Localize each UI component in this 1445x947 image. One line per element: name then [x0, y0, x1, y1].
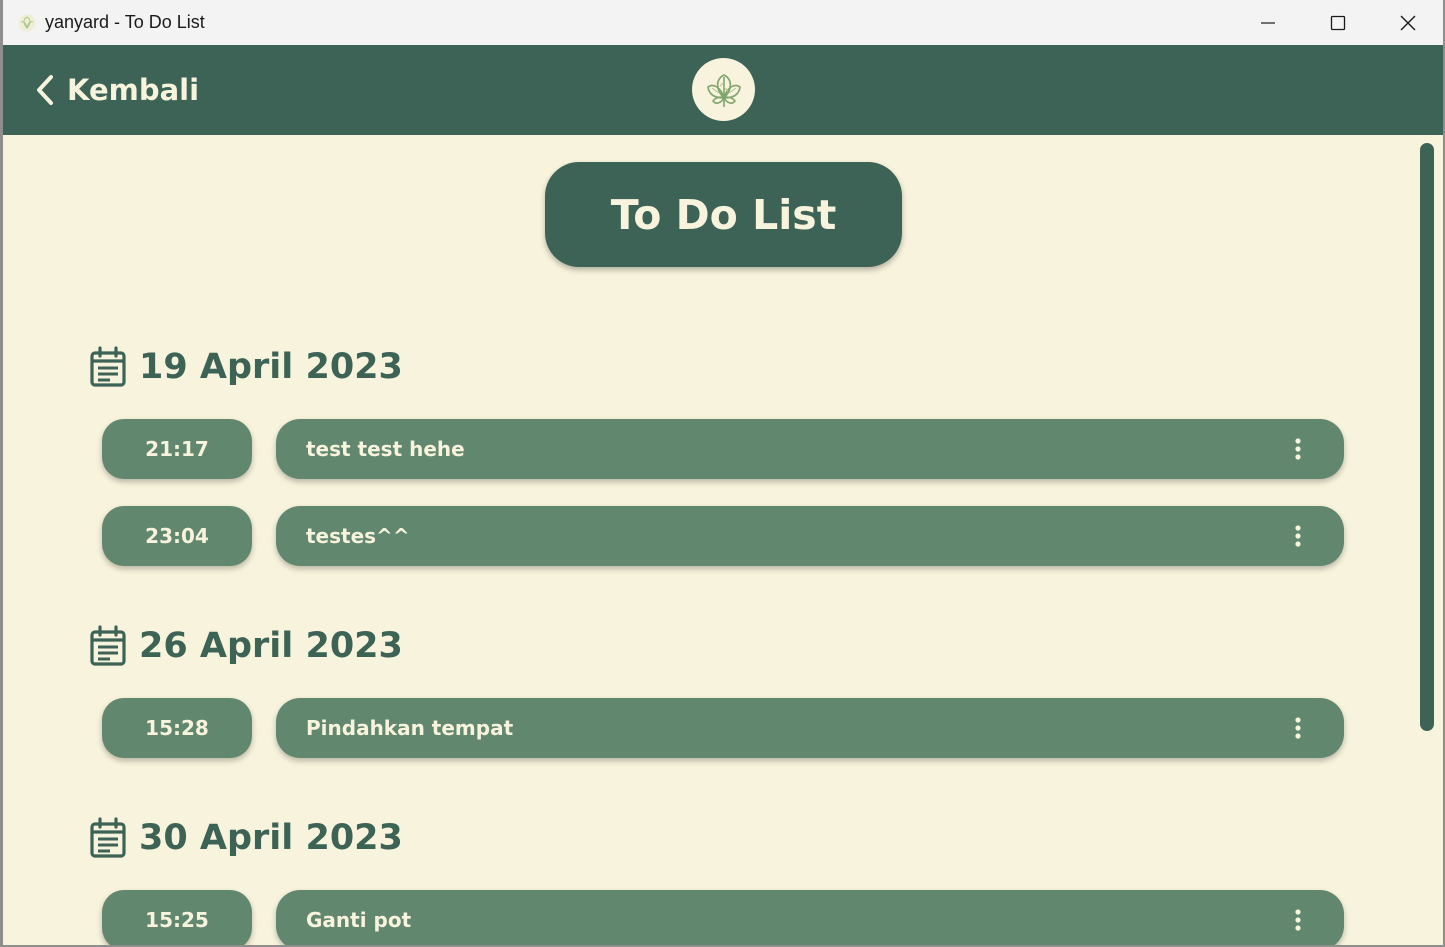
task-time: 21:17	[102, 419, 252, 479]
date-heading: 19 April 2023	[89, 345, 403, 389]
maximize-button[interactable]	[1303, 0, 1373, 45]
task-item[interactable]: test test hehe	[276, 419, 1344, 479]
task-text: Pindahkan tempat	[306, 716, 514, 740]
chevron-left-icon	[37, 75, 53, 105]
date-label: 30 April 2023	[139, 818, 403, 858]
date-heading: 30 April 2023	[89, 816, 403, 860]
task-time: 15:28	[102, 698, 252, 758]
task-time: 23:04	[102, 506, 252, 566]
task-item[interactable]: Ganti pot	[276, 890, 1344, 945]
calendar-icon	[89, 625, 127, 667]
title-bar[interactable]: yanyard - To Do List	[3, 0, 1443, 45]
more-options-button[interactable]	[1278, 516, 1318, 556]
leaf-logo-icon	[692, 58, 755, 121]
date-heading: 26 April 2023	[89, 624, 403, 668]
vertical-scrollbar[interactable]	[1420, 143, 1434, 731]
app-window: yanyard - To Do List Kembali To Do List …	[0, 0, 1445, 947]
app-header: Kembali	[3, 45, 1443, 135]
task-text: testes^^	[306, 524, 410, 548]
minimize-icon	[1261, 21, 1275, 24]
task-text: Ganti pot	[306, 908, 412, 932]
close-icon	[1400, 15, 1416, 30]
back-label: Kembali	[67, 73, 200, 107]
calendar-icon	[89, 346, 127, 388]
more-vertical-icon	[1295, 438, 1301, 460]
close-button[interactable]	[1373, 0, 1443, 45]
page-title: To Do List	[610, 190, 837, 239]
more-vertical-icon	[1295, 717, 1301, 739]
date-label: 19 April 2023	[139, 347, 403, 387]
page-title-banner: To Do List	[545, 162, 902, 267]
minimize-button[interactable]	[1233, 0, 1303, 45]
more-vertical-icon	[1295, 909, 1301, 931]
window-title: yanyard - To Do List	[45, 12, 205, 32]
task-text: test test hehe	[306, 437, 465, 461]
app-leaf-icon	[17, 13, 37, 33]
more-options-button[interactable]	[1278, 708, 1318, 748]
date-label: 26 April 2023	[139, 626, 403, 666]
task-time: 15:25	[102, 890, 252, 945]
more-options-button[interactable]	[1278, 900, 1318, 940]
calendar-icon	[89, 817, 127, 859]
task-item[interactable]: testes^^	[276, 506, 1344, 566]
more-options-button[interactable]	[1278, 429, 1318, 469]
maximize-icon	[1330, 15, 1346, 30]
task-item[interactable]: Pindahkan tempat	[276, 698, 1344, 758]
todo-content[interactable]: To Do List 19 April 2023 21:17 test test…	[3, 135, 1443, 945]
back-button[interactable]: Kembali	[33, 45, 199, 135]
more-vertical-icon	[1295, 525, 1301, 547]
